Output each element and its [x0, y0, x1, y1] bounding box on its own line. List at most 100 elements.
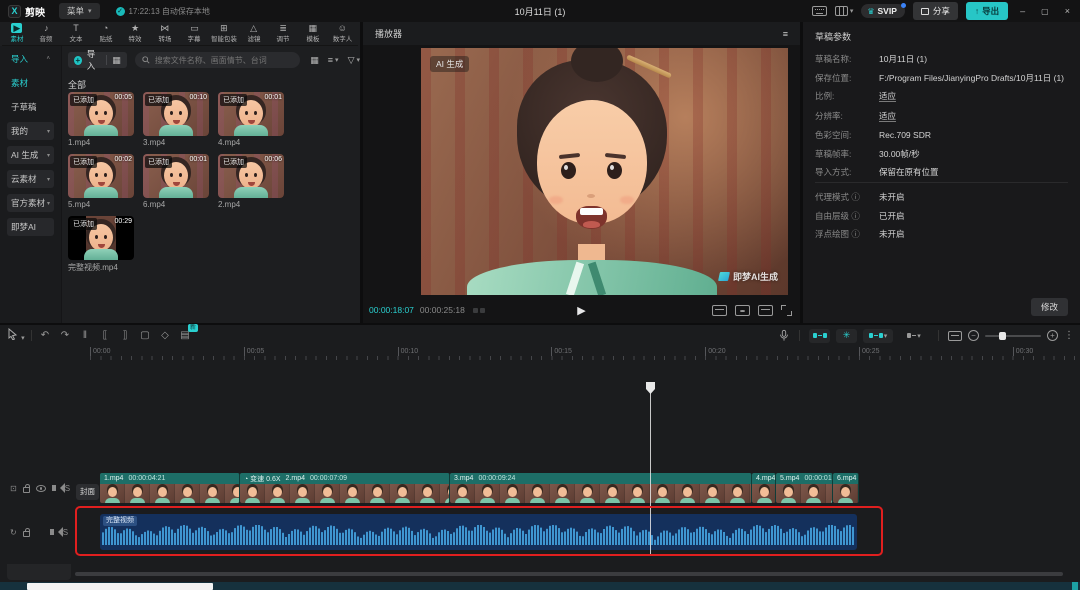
timeline-zoom-slider[interactable]: [985, 335, 1041, 337]
video-clip-5.mp4[interactable]: 5.mp400:00:01:24: [776, 473, 833, 503]
video-clip-6.mp4[interactable]: 6.mp40: [833, 473, 859, 503]
zoom-in-button[interactable]: +: [1047, 330, 1058, 341]
speaker-icon[interactable]: [50, 529, 54, 535]
media-item[interactable]: 已添加00:051.mp4: [68, 92, 134, 147]
chevron-down-icon: ▾: [335, 56, 339, 64]
param-value[interactable]: 适应: [879, 91, 896, 102]
tab-effects[interactable]: ★特效: [120, 22, 150, 45]
visibility-icon[interactable]: [36, 485, 46, 492]
tab-transition[interactable]: ⋈转场: [150, 22, 180, 45]
media-filename: 3.mp4: [143, 138, 209, 147]
mask-button[interactable]: ◇: [155, 330, 175, 341]
share-button[interactable]: 分享: [913, 2, 958, 20]
linkage-toggle[interactable]: ▾: [863, 329, 893, 343]
sidebar-item-sub-draft[interactable]: 子草稿: [7, 98, 54, 116]
export-button[interactable]: ↑ 导出: [966, 2, 1008, 20]
sidebar-item-mine[interactable]: 我的▾: [7, 122, 54, 140]
media-item[interactable]: 已添加00:29完整视频.mp4: [68, 216, 134, 273]
redo-button[interactable]: ↷: [55, 330, 75, 341]
tab-captions[interactable]: ▭字幕: [180, 22, 210, 45]
layout-switch-button[interactable]: ▾: [835, 6, 854, 16]
material-library-icon[interactable]: ▦: [112, 55, 121, 66]
annotation-red-box: [75, 506, 883, 556]
solo-icon[interactable]: S: [63, 528, 68, 537]
track-height-button[interactable]: [948, 331, 962, 341]
timeline-ruler[interactable]: 00:0000:0500:1000:1500:2000:2500:30: [0, 346, 1080, 361]
video-preview[interactable]: AI 生成 即梦AI生成: [421, 48, 788, 295]
fullscreen-icon[interactable]: [781, 305, 792, 316]
lock-icon[interactable]: [23, 531, 30, 537]
tab-filters[interactable]: △滤镜: [239, 22, 269, 45]
tab-smart-pack[interactable]: ⊞智能包装: [209, 22, 239, 45]
layout-icon: [835, 6, 848, 16]
sidebar-item-import[interactable]: 导入˄: [7, 50, 54, 68]
collapse-icon[interactable]: ⊡: [10, 484, 17, 493]
microphone-icon[interactable]: [778, 329, 790, 342]
video-clip-1.mp4[interactable]: 1.mp400:00:04:21: [100, 473, 240, 503]
media-search[interactable]: [135, 52, 301, 68]
filters-icon: △: [250, 23, 257, 33]
player-menu-icon[interactable]: ≡: [783, 29, 788, 39]
select-tool-button[interactable]: ▾: [4, 328, 28, 343]
param-value[interactable]: 适应: [879, 111, 896, 122]
main-track-magnet-toggle[interactable]: [809, 329, 830, 343]
lock-icon[interactable]: [23, 487, 30, 493]
minimize-button[interactable]: –: [1016, 6, 1029, 16]
filter-button[interactable]: ▽▾: [348, 55, 360, 66]
tab-sticker[interactable]: ◔贴纸: [91, 22, 121, 45]
media-item[interactable]: 已添加00:103.mp4: [143, 92, 209, 147]
taskbar-search[interactable]: [27, 583, 213, 590]
auto-snap-toggle[interactable]: ✳: [836, 329, 857, 343]
video-clip-2.mp4[interactable]: ◔ 变速 0.6X2.mp400:00:07:09: [240, 473, 450, 503]
solo-icon[interactable]: S: [65, 484, 70, 493]
sort-button[interactable]: ≡▾: [328, 55, 339, 65]
compact-view-button[interactable]: ▦: [310, 55, 319, 66]
preview-axis-toggle[interactable]: ▾: [899, 329, 929, 343]
media-item[interactable]: 已添加00:016.mp4: [143, 154, 209, 209]
tab-text[interactable]: T文本: [61, 22, 91, 45]
quality-button[interactable]: [712, 305, 727, 316]
focus-button[interactable]: [735, 305, 750, 316]
trim-left-button[interactable]: ⟦: [95, 330, 115, 341]
zoom-out-button[interactable]: −: [968, 330, 979, 341]
more-options-icon[interactable]: ⋮: [1064, 330, 1074, 341]
slider-handle[interactable]: [999, 332, 1006, 340]
sidebar-item-official[interactable]: 官方素材▾: [7, 194, 54, 212]
chevron-down-icon: ▾: [47, 152, 50, 159]
media-item[interactable]: 已添加00:025.mp4: [68, 154, 134, 209]
undo-button[interactable]: ↶: [35, 330, 55, 341]
sidebar-item-ai-generate[interactable]: AI 生成▾: [7, 146, 54, 164]
split-button[interactable]: ‖: [75, 330, 95, 341]
speaker-icon[interactable]: [52, 485, 56, 491]
sidebar-item-cloud[interactable]: 云素材▾: [7, 170, 54, 188]
sidebar-item-material[interactable]: 素材: [7, 74, 54, 92]
trim-right-button[interactable]: ⟧: [115, 330, 135, 341]
tab-avatar[interactable]: ☺数字人: [328, 22, 358, 45]
tab-audio[interactable]: ♪音频: [32, 22, 62, 45]
cover-button[interactable]: 封面: [76, 484, 99, 500]
ratio-button[interactable]: [758, 305, 773, 316]
modify-button[interactable]: 修改: [1031, 298, 1068, 316]
playhead-handle[interactable]: [646, 382, 655, 394]
media-item[interactable]: 已添加00:014.mp4: [218, 92, 284, 147]
search-input[interactable]: [155, 56, 294, 65]
maximize-button[interactable]: ▢: [1037, 7, 1053, 16]
tab-media[interactable]: ▶素材: [2, 22, 32, 45]
media-thumbnail: 已添加00:01: [143, 154, 209, 198]
play-button[interactable]: ▶: [577, 304, 585, 317]
video-clip-4.mp4[interactable]: 4.mp40: [752, 473, 776, 503]
media-item[interactable]: 已添加00:062.mp4: [218, 154, 284, 209]
close-button[interactable]: ×: [1061, 6, 1074, 16]
tab-template[interactable]: ▦模板: [298, 22, 328, 45]
tab-adjust[interactable]: ≣调节: [268, 22, 298, 45]
loop-icon[interactable]: ↻: [10, 528, 17, 537]
video-clip-3.mp4[interactable]: 3.mp400:00:09:24: [450, 473, 752, 503]
sidebar-item-jimeng-ai[interactable]: 即梦AI: [7, 218, 54, 236]
svip-badge[interactable]: ♛ SVIP: [861, 4, 905, 18]
shortcut-keyboard-icon[interactable]: [812, 6, 827, 16]
import-button[interactable]: + 导入 ▦: [68, 52, 127, 68]
frame-step-icons[interactable]: [473, 308, 485, 313]
menu-button[interactable]: 菜单 ▾: [59, 3, 100, 19]
horizontal-scrollbar[interactable]: [75, 572, 1063, 576]
delete-button[interactable]: ▢: [135, 330, 155, 341]
